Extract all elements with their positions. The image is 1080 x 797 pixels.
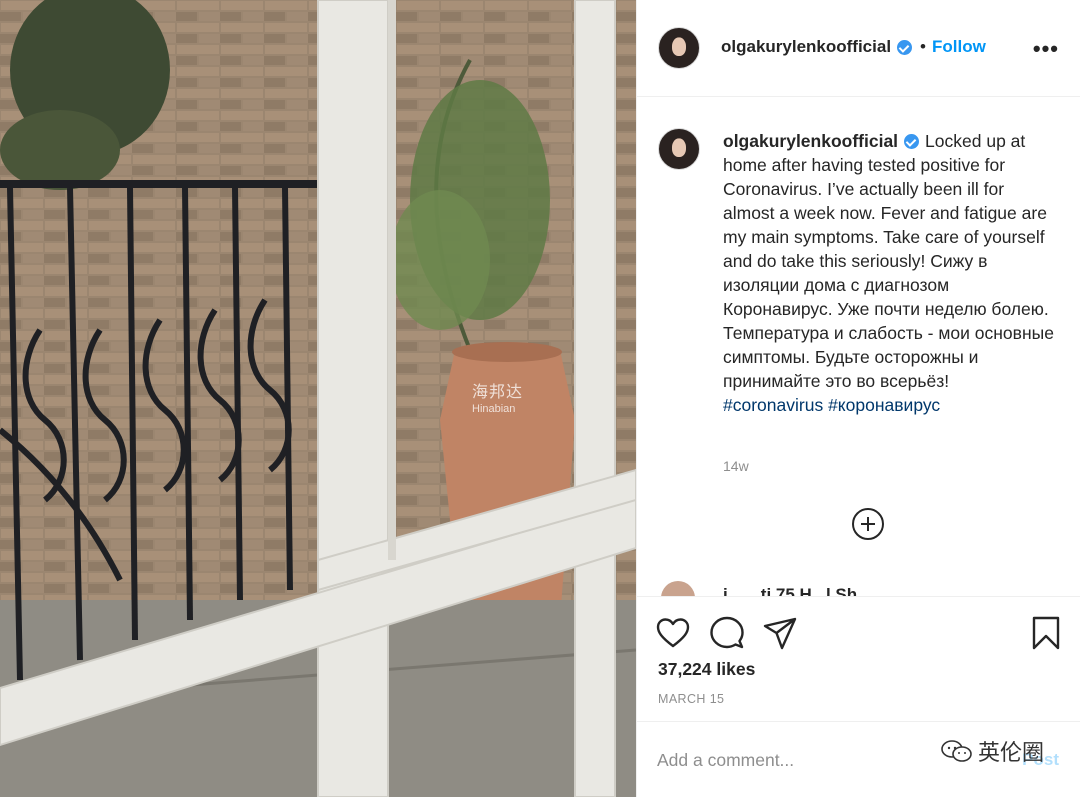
commenter-avatar[interactable]	[661, 581, 695, 596]
header-user-row: olgakurylenkoofficial • Follow	[721, 37, 986, 57]
heart-icon[interactable]	[655, 615, 691, 651]
post-time-ago[interactable]: 14w	[723, 458, 749, 474]
post-side-panel: olgakurylenkoofficial • Follow ••• olgak…	[636, 0, 1080, 797]
actions-bar: 37,224 likes MARCH 15	[637, 596, 1080, 721]
more-options-icon[interactable]: •••	[1033, 36, 1059, 62]
author-username[interactable]: olgakurylenkoofficial	[721, 37, 891, 57]
comment-icon[interactable]	[709, 615, 745, 651]
caption: olgakurylenkoofficial Locked up at home a…	[723, 129, 1059, 417]
caption-text: Locked up at home after having tested po…	[723, 131, 1054, 391]
post-photo[interactable]: 海邦达 Hinabian	[0, 0, 636, 797]
commenter-partial-text: i... ...ti 75 H...l Sh...	[723, 585, 872, 596]
comment-input[interactable]	[657, 746, 987, 774]
hashtag-coronavirus[interactable]: #coronavirus	[723, 395, 823, 415]
likes-count[interactable]: 37,224 likes	[658, 659, 755, 680]
share-icon[interactable]	[762, 615, 798, 651]
window-balcony-scene	[0, 0, 636, 797]
hashtags: #coronavirus #коронавирус	[723, 393, 1059, 417]
comment-box: Post	[637, 721, 1080, 797]
post-header: olgakurylenkoofficial • Follow •••	[637, 0, 1080, 97]
caption-area: olgakurylenkoofficial Locked up at home a…	[637, 97, 1080, 596]
bookmark-icon[interactable]	[1028, 615, 1064, 651]
next-comment-partial: i... ...ti 75 H...l Sh...	[661, 581, 1061, 596]
hashtag-coronavirus-ru[interactable]: #коронавирус	[828, 395, 940, 415]
caption-verified-badge-icon	[904, 134, 920, 149]
load-more-comments-icon[interactable]	[852, 508, 884, 540]
post-comment-button[interactable]: Post	[1022, 750, 1059, 770]
author-avatar[interactable]	[658, 27, 700, 69]
separator-dot: •	[920, 37, 926, 56]
caption-author-avatar[interactable]	[658, 128, 700, 170]
post-date: MARCH 15	[658, 692, 725, 706]
follow-button[interactable]: Follow	[932, 37, 986, 57]
caption-username[interactable]: olgakurylenkoofficial	[723, 131, 898, 151]
verified-badge-icon	[897, 39, 913, 55]
